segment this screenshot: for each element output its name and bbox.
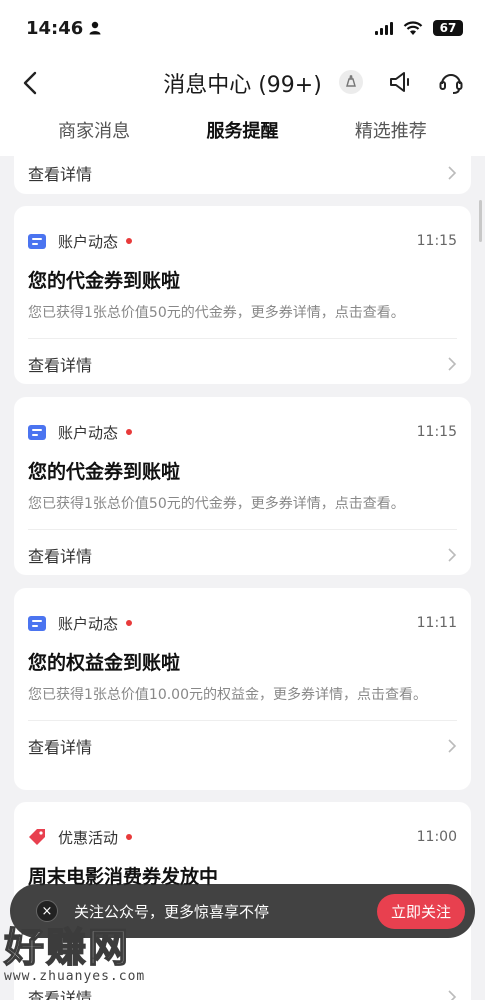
scrollbar[interactable] [479,200,482,242]
message-card[interactable]: 账户动态 11:15 您的代金券到账啦 您已获得1张总价值50元的代金券，更多券… [14,397,471,575]
message-time: 11:15 [416,233,457,249]
view-details-row[interactable]: 查看详情 [14,142,471,194]
follow-now-button[interactable]: 立即关注 [376,893,465,929]
message-card-partial[interactable]: 查看详情 [14,142,471,194]
view-details-label: 查看详情 [28,547,93,566]
card-header: 账户动态 11:15 [14,397,471,449]
announcement-button[interactable] [387,68,415,96]
speaker-icon [390,72,409,92]
message-time: 11:15 [416,424,457,440]
message-time: 11:11 [416,615,457,631]
cellular-signal-icon [375,21,393,35]
message-title: 您的权益金到账啦 [28,652,181,674]
unread-dot [126,429,133,435]
chevron-right-icon [448,548,457,562]
category-label: 账户动态 [58,423,119,442]
view-details-row[interactable]: 查看详情 [14,530,471,580]
message-card[interactable]: 账户动态 11:11 您的权益金到账啦 您已获得1张总价值10.00元的权益金，… [14,588,471,790]
page-title: 消息中心 (99+) [163,73,322,98]
battery-icon: 67 [433,20,463,36]
chevron-right-icon [448,166,457,180]
card-header: 账户动态 11:15 [14,206,471,258]
headset-icon [439,74,463,94]
unread-dot [126,238,133,244]
account-activity-icon [28,233,46,249]
status-bar: 14:46 67 [0,0,485,56]
unread-dot [126,620,133,626]
status-time: 14:46 [26,18,101,39]
category-label: 优惠活动 [58,828,119,847]
view-details-row[interactable]: 查看详情 [14,721,471,771]
view-details-row[interactable]: 查看详情 [14,972,471,1000]
wifi-icon [403,20,423,35]
follow-account-banner: × 关注公众号，更多惊喜享不停 立即关注 [10,884,475,938]
broom-icon [339,70,363,94]
customer-service-button[interactable] [437,68,465,96]
message-description: 您已获得1张总价值50元的代金券，更多券详情，点击查看。 [28,496,405,512]
nav-bar: 消息中心 (99+) [0,56,485,110]
account-activity-icon [28,615,46,631]
card-header: 账户动态 11:11 [14,588,471,640]
clear-unread-button[interactable] [337,68,365,96]
unread-dot [126,834,133,840]
category-label: 账户动态 [58,232,119,251]
view-details-label: 查看详情 [28,989,93,1000]
chevron-right-icon [448,990,457,1000]
back-arrow-icon[interactable] [18,70,44,96]
message-title: 您的代金券到账啦 [28,270,181,292]
close-icon[interactable]: × [36,900,58,922]
message-time: 11:00 [416,829,457,845]
price-tag-icon [29,829,45,845]
account-activity-icon [28,424,46,440]
view-details-label: 查看详情 [28,738,93,757]
message-card[interactable]: 账户动态 11:15 您的代金券到账啦 您已获得1张总价值50元的代金券，更多券… [14,206,471,384]
category-label: 账户动态 [58,614,119,633]
chevron-right-icon [448,739,457,753]
message-description: 您已获得1张总价值10.00元的权益金，更多券详情，点击查看。 [28,687,427,703]
person-icon [89,21,101,35]
clock-text: 14:46 [26,17,84,39]
chevron-right-icon [448,357,457,371]
view-details-label: 查看详情 [28,165,93,184]
status-indicators: 67 [375,20,463,36]
card-header: 优惠活动 11:00 [14,802,471,854]
view-details-row[interactable]: 查看详情 [14,339,471,389]
view-details-label: 查看详情 [28,356,93,375]
message-title: 您的代金券到账啦 [28,461,181,483]
banner-text: 关注公众号，更多惊喜享不停 [74,902,270,921]
message-description: 您已获得1张总价值50元的代金券，更多券详情，点击查看。 [28,305,405,321]
